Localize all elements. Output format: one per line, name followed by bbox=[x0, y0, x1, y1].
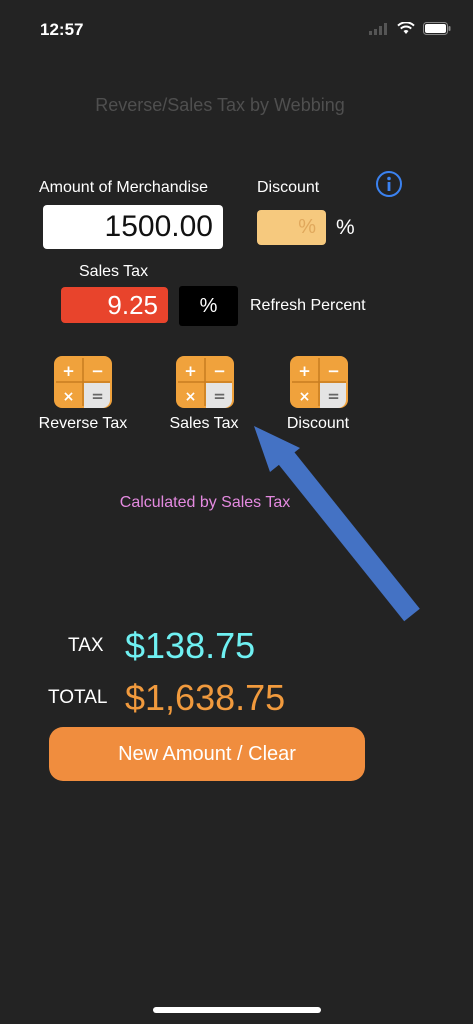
arrow-annotation-icon bbox=[254, 426, 420, 622]
home-indicator[interactable] bbox=[153, 1007, 321, 1013]
tax-label: TAX bbox=[68, 635, 104, 656]
total-value: $1,638.75 bbox=[125, 677, 286, 718]
total-label: TOTAL bbox=[48, 687, 108, 708]
tax-value: $138.75 bbox=[125, 625, 256, 666]
new-amount-clear-button[interactable]: New Amount / Clear bbox=[49, 727, 365, 781]
app-screen: 12:57 Reverse/Sales Tax by Webbing Amoun… bbox=[0, 0, 473, 1024]
